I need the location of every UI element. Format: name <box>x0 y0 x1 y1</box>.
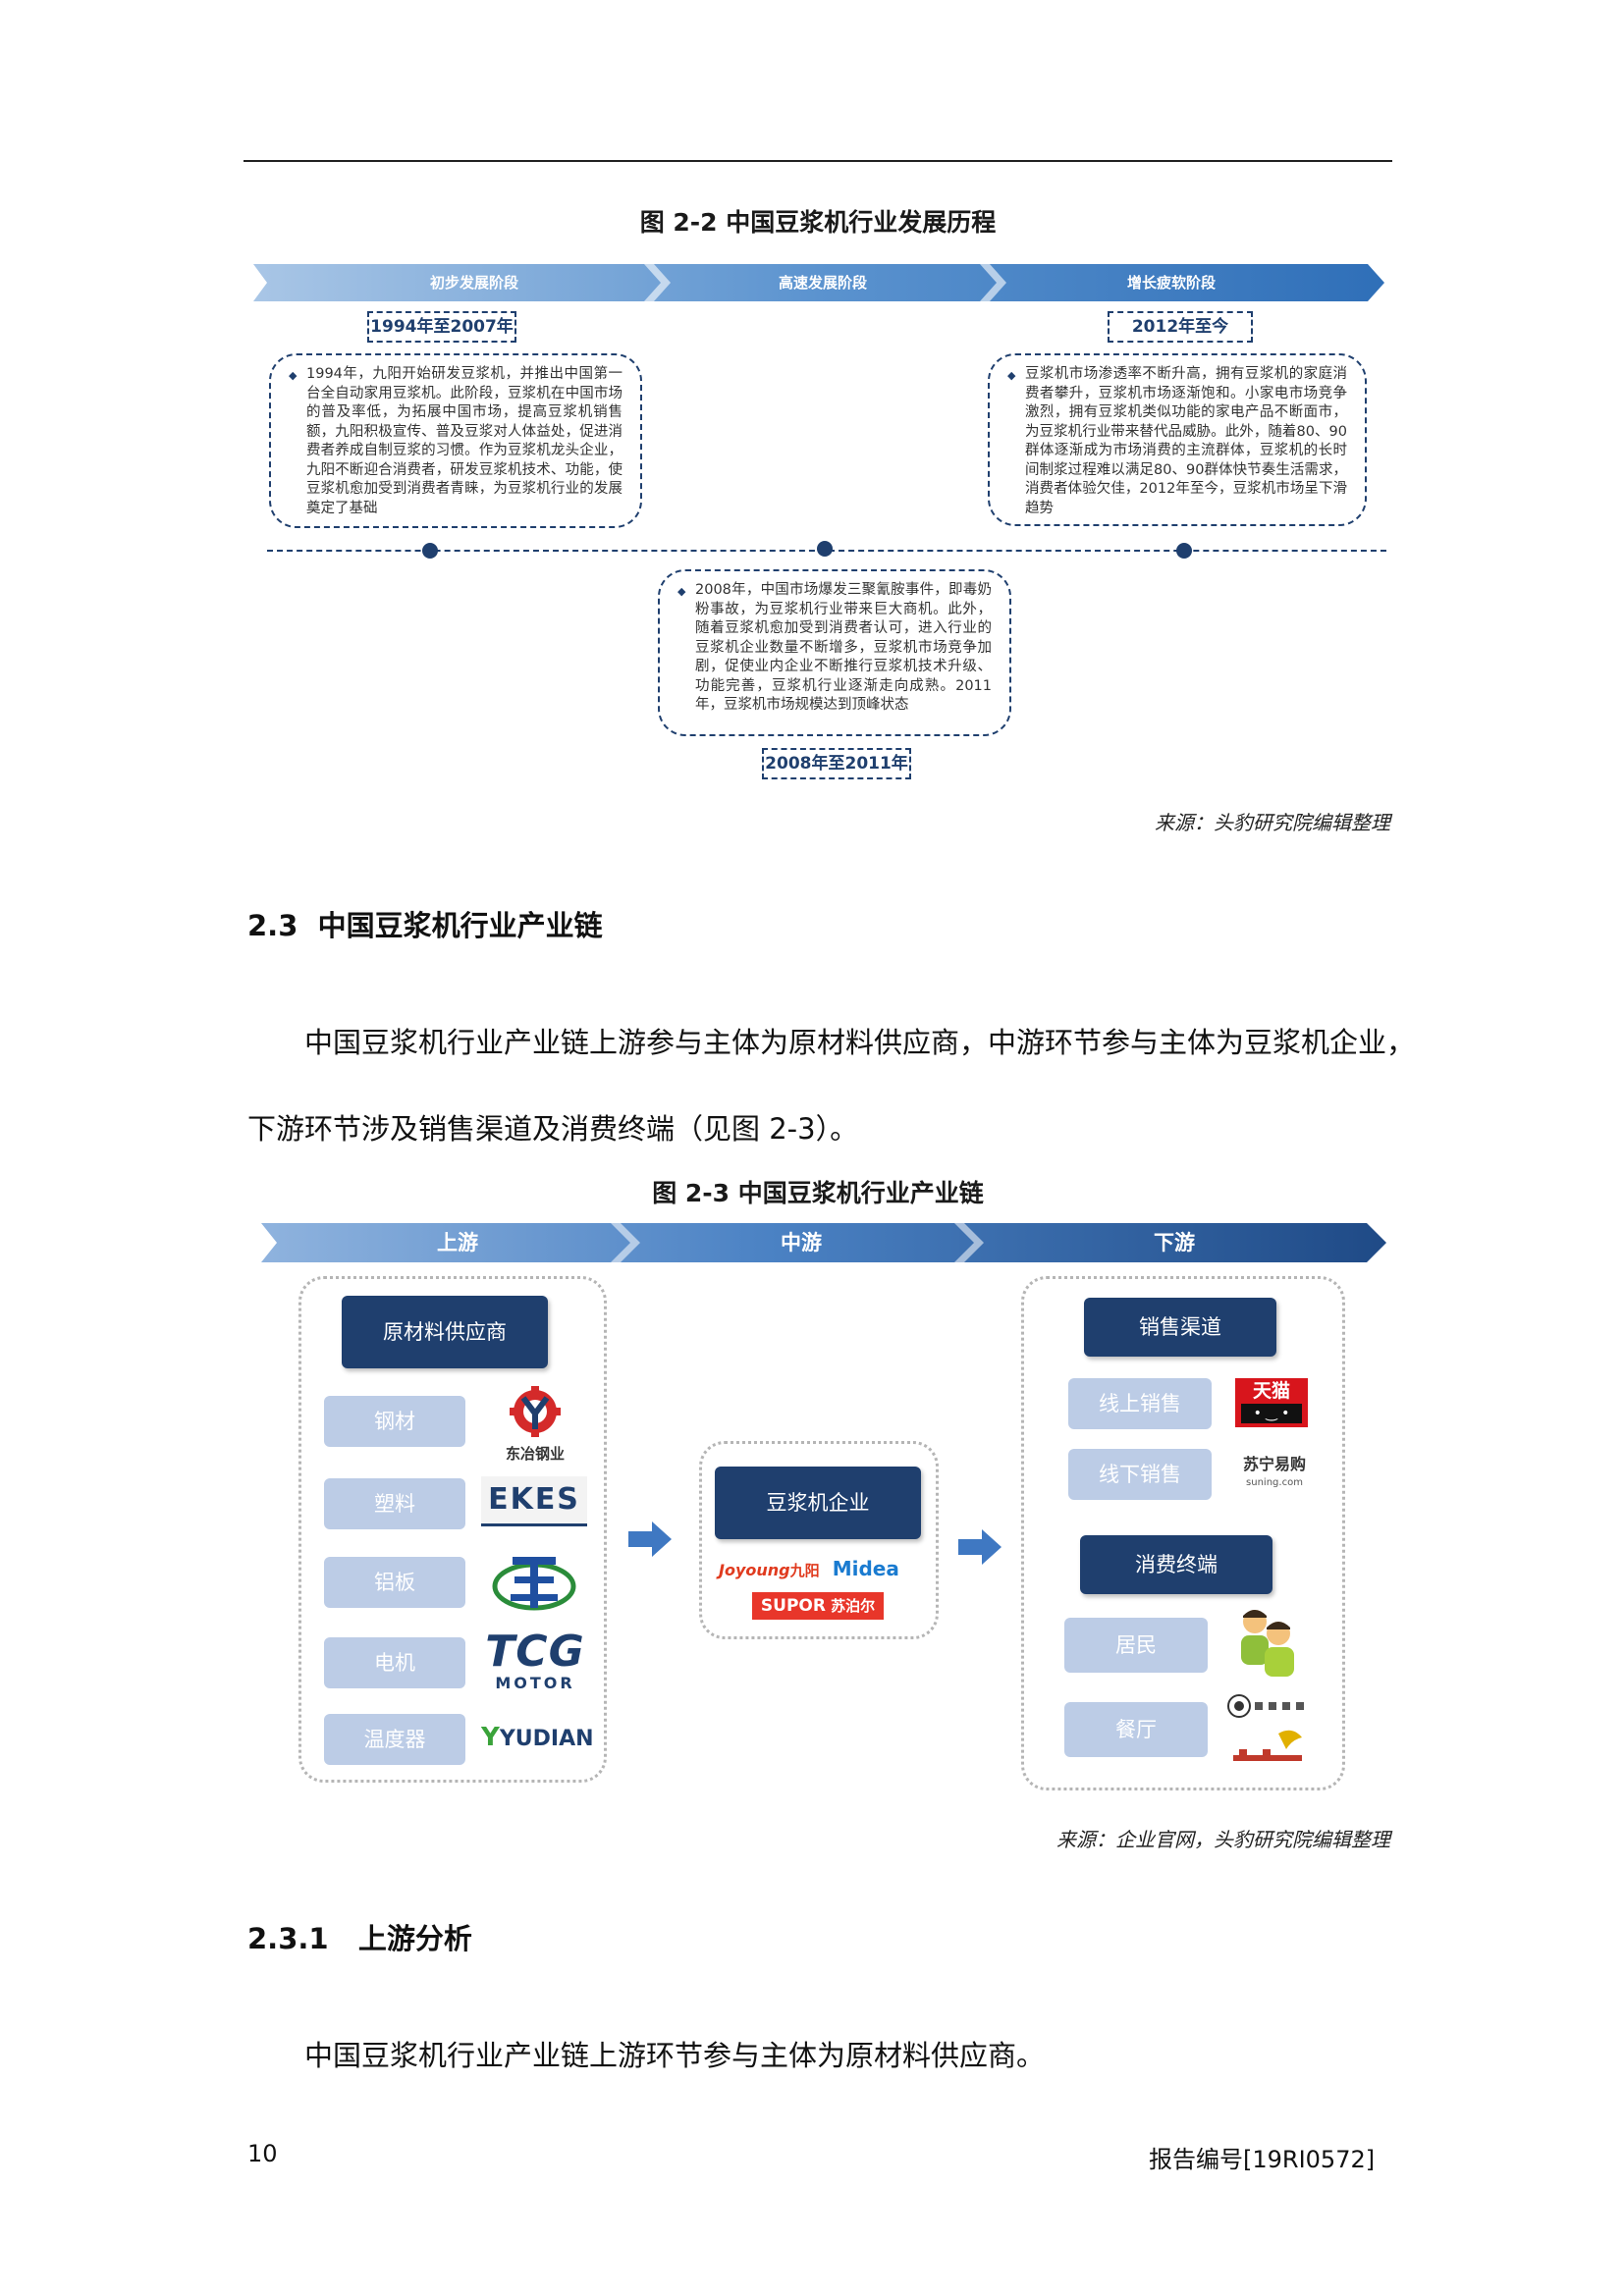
arrow-right-icon <box>958 1529 1001 1565</box>
arrow-right-icon <box>628 1522 672 1557</box>
restaurant-logos-icon <box>1227 1694 1304 1761</box>
joyoung-logo: Joyoung <box>719 1561 790 1579</box>
suning-domain-text: suning.com <box>1246 1477 1303 1488</box>
section-2-3-title: 中国豆浆机行业产业链 <box>317 909 603 942</box>
motor-logo-text: MOTOR <box>495 1674 575 1692</box>
joyoung-midea-logos: Joyoung九阳 Midea <box>719 1555 925 1582</box>
stage-downstream: 下游 <box>1154 1231 1195 1255</box>
section-2-3-1-title: 上游分析 <box>357 1922 472 1955</box>
timeline-dot-2 <box>817 541 833 557</box>
upstream-item-aluminum: 铝板 <box>324 1557 465 1608</box>
supor-cn-logo-text: 苏泊尔 <box>831 1597 876 1615</box>
period-tag-2: 2008年至2011年 <box>762 748 911 779</box>
section-2-3-1-para: 中国豆浆机行业产业链上游环节参与主体为原材料供应商。 <box>304 2039 1046 2072</box>
section-2-3-para-line1: 中国豆浆机行业产业链上游参与主体为原材料供应商，中游环节参与主体为豆浆机企业， <box>304 1026 1416 1059</box>
yudian-logo-text: YUDIAN <box>499 1727 594 1751</box>
yudian-logo: YYUDIAN <box>481 1718 594 1757</box>
phase-label-2: 高速发展阶段 <box>778 274 867 292</box>
upstream-item-thermostat: 温度器 <box>324 1714 465 1765</box>
timeline-dot-1 <box>422 543 438 559</box>
jiuyang-logo: 九阳 <box>789 1562 820 1579</box>
phase-label-1: 初步发展阶段 <box>429 274 518 292</box>
page-number: 10 <box>247 2140 278 2167</box>
ekes-logo: EKES <box>481 1476 587 1526</box>
section-2-3-1-number: 2.3.1 <box>247 1922 329 1955</box>
period-tag-3: 2012年至今 <box>1108 311 1253 343</box>
terminal-residents: 居民 <box>1064 1618 1208 1673</box>
diamond-bullet-icon: ◆ <box>289 369 298 382</box>
aluminum-logo-icon <box>492 1557 576 1611</box>
upstream-header: 原材料供应商 <box>342 1296 548 1368</box>
suning-logo-text: 苏宁易购 <box>1242 1455 1306 1473</box>
section-2-3-heading: 2.3 中国豆浆机行业产业链 <box>247 903 603 944</box>
gear-icon <box>510 1386 561 1437</box>
section-2-3-para-line2: 下游环节涉及销售渠道及消费终端（见图 2-3）。 <box>247 1112 859 1146</box>
callout-2012-text: 豆浆机市场渗透率不断升高，拥有豆浆机的家庭消费者攀升，豆浆机市场逐渐饱和。小家电… <box>1025 366 1347 516</box>
tcg-logo-text: TCG <box>485 1627 585 1677</box>
callout-2012: ◆ 豆浆机市场渗透率不断升高，拥有豆浆机的家庭消费者攀升，豆浆机市场逐渐饱和。小… <box>988 353 1367 526</box>
sales-channel-header: 销售渠道 <box>1084 1298 1276 1357</box>
callout-2008-text: 2008年，中国市场爆发三聚氰胺事件，即毒奶粉事故，为豆浆机行业带来巨大商机。此… <box>695 582 992 713</box>
supor-logo: SUPOR 苏泊尔 <box>752 1592 884 1620</box>
callout-2008: ◆ 2008年，中国市场爆发三聚氰胺事件，即毒奶粉事故，为豆浆机行业带来巨大商机… <box>658 569 1011 736</box>
midea-logo: Midea <box>832 1557 899 1580</box>
figure-2-2-source: 来源：头豹研究院编辑整理 <box>1155 811 1390 834</box>
supor-logo-text: SUPOR <box>760 1596 826 1616</box>
channel-offline: 线下销售 <box>1068 1449 1212 1500</box>
terminal-restaurants: 餐厅 <box>1064 1702 1208 1757</box>
channel-online: 线上销售 <box>1068 1378 1212 1429</box>
yudian-mark-icon: Y <box>481 1723 500 1752</box>
upstream-item-steel: 钢材 <box>324 1396 465 1447</box>
stage-midstream: 中游 <box>781 1231 822 1255</box>
aluminum-supplier-logo <box>487 1549 581 1614</box>
dongye-steel-logo: 东冶钢业 <box>491 1384 579 1463</box>
figure-2-3-source: 来源：企业官网，头豹研究院编辑整理 <box>1056 1828 1390 1851</box>
figure-2-3-title: 图 2-3 中国豆浆机行业产业链 <box>652 1179 984 1207</box>
midstream-header: 豆浆机企业 <box>715 1467 921 1539</box>
callout-1994: ◆ 1994年，九阳开始研发豆浆机，并推出中国第一台全自动家用豆浆机。此阶段，豆… <box>269 353 642 528</box>
stage-upstream: 上游 <box>437 1231 478 1255</box>
tmall-logo-text: 天猫 <box>1252 1380 1290 1402</box>
phase-label-3: 增长疲软阶段 <box>1126 274 1216 292</box>
callout-1994-text: 1994年，九阳开始研发豆浆机，并推出中国第一台全自动家用豆浆机。此阶段，豆浆机… <box>306 366 623 516</box>
tmall-logo: 天猫 • ‿ • <box>1235 1378 1308 1427</box>
report-id: 报告编号[19RI0572] <box>1149 2146 1376 2173</box>
figure-2-2-title: 图 2-2 中国豆浆机行业发展历程 <box>639 208 997 237</box>
diamond-bullet-icon: ◆ <box>1007 369 1016 382</box>
period-tag-1: 1994年至2007年 <box>367 311 516 343</box>
dongye-steel-name: 东冶钢业 <box>505 1445 565 1463</box>
diamond-bullet-icon: ◆ <box>677 585 686 598</box>
section-2-3-1-heading: 2.3.1 上游分析 <box>247 1916 472 1957</box>
header-rule <box>244 160 1392 162</box>
upstream-item-motor: 电机 <box>324 1637 465 1688</box>
suning-logo: 苏宁易购 suning.com <box>1235 1453 1314 1504</box>
timeline-dot-3 <box>1176 543 1192 559</box>
tcg-motor-logo: TCG MOTOR <box>481 1629 589 1696</box>
tmall-cat-face-icon: • ‿ • <box>1241 1404 1302 1423</box>
consumer-terminal-header: 消费终端 <box>1080 1535 1272 1594</box>
upstream-item-plastic: 塑料 <box>324 1478 465 1529</box>
section-2-3-number: 2.3 <box>247 909 298 942</box>
residents-people-icon <box>1241 1610 1294 1677</box>
